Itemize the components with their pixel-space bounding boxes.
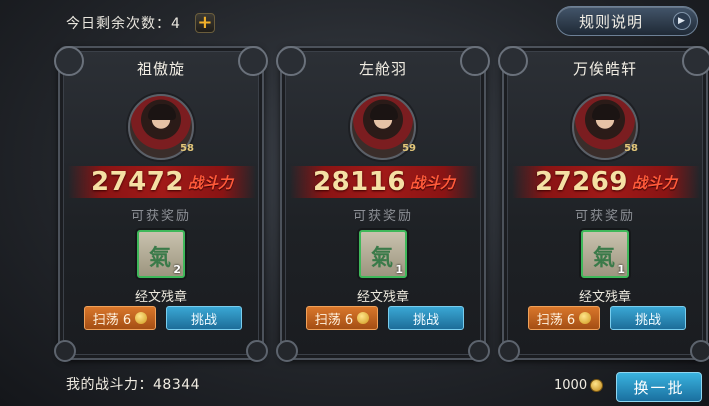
coin-icon: [579, 312, 592, 324]
opponent-card-2: 左舱羽 59 28116 战斗力 可获奖励 氣 1 经文残章 扫荡 6 挑战: [276, 46, 490, 362]
rules-button-label: 规则说明: [579, 12, 644, 31]
coin-icon: [590, 379, 604, 392]
hero-avatar[interactable]: 59: [350, 94, 416, 160]
hero-avatar[interactable]: 58: [128, 94, 194, 160]
combat-power-band: 28116 战斗力: [290, 166, 478, 198]
refresh-opponents-button[interactable]: 换一批: [616, 372, 702, 402]
reward-item-name: 经文残章: [578, 290, 631, 305]
scripture-item-icon: 氣: [371, 246, 394, 271]
opponent-card-1: 祖傲旋 58 27472 战斗力 可获奖励 氣 2 经文残章 扫荡 6 挑战: [54, 46, 268, 362]
scripture-item-icon: 氣: [593, 246, 616, 271]
sweep-button-label: 扫荡 6: [92, 312, 132, 328]
plus-icon: +: [197, 12, 213, 33]
reward-item[interactable]: 氣 1: [359, 230, 407, 278]
opponent-card-3: 万俟皓轩 58 27269 战斗力 可获奖励 氣 1 经文残章 扫荡 6 挑战: [498, 46, 709, 362]
sweep-button[interactable]: 扫荡 6: [528, 306, 600, 330]
sweep-button-label: 扫荡 6: [314, 312, 354, 328]
combat-power-value: 28116: [313, 167, 406, 197]
reward-item[interactable]: 氣 1: [581, 230, 629, 278]
challenge-button[interactable]: 挑战: [388, 306, 464, 330]
combat-power-band: 27269 战斗力: [512, 166, 700, 198]
scripture-item-icon: 氣: [149, 246, 172, 271]
combat-power-tag: 战斗力: [631, 173, 677, 192]
hero-avatar[interactable]: 58: [572, 94, 638, 160]
sweep-button[interactable]: 扫荡 6: [84, 306, 156, 330]
rules-button[interactable]: 规则说明 ▶: [556, 6, 698, 36]
opponent-name: 左舱羽: [358, 60, 407, 78]
reward-label: 可获奖励: [574, 209, 635, 224]
remaining-attempts: 今日剩余次数：4 +: [66, 10, 215, 36]
combat-power-band: 27472 战斗力: [68, 166, 256, 198]
reward-item-name: 经文残章: [134, 290, 187, 305]
my-combat-power: 我的战斗力：48344: [66, 377, 201, 393]
reward-item-name: 经文残章: [356, 290, 409, 305]
reward-label: 可获奖励: [130, 209, 191, 224]
coin-icon: [357, 312, 370, 324]
hero-level: 59: [402, 143, 416, 154]
gold-amount: 1000: [554, 378, 588, 393]
opponent-name: 万俟皓轩: [572, 60, 637, 78]
gold-balance: 1000: [554, 378, 604, 393]
add-attempts-button[interactable]: +: [194, 12, 215, 33]
remaining-attempts-label: 今日剩余次数：4: [66, 16, 181, 32]
combat-power-value: 27472: [91, 167, 184, 197]
reward-count: 2: [173, 263, 181, 276]
reward-label: 可获奖励: [352, 209, 413, 224]
coin-icon: [135, 312, 148, 324]
combat-power-tag: 战斗力: [187, 173, 233, 192]
challenge-button[interactable]: 挑战: [610, 306, 686, 330]
sweep-button-label: 扫荡 6: [536, 312, 576, 328]
hero-level: 58: [624, 143, 638, 154]
combat-power-tag: 战斗力: [409, 173, 455, 192]
challenge-button[interactable]: 挑战: [166, 306, 242, 330]
hero-level: 58: [180, 143, 194, 154]
combat-power-value: 27269: [535, 167, 628, 197]
arrow-right-icon: ▶: [673, 12, 691, 30]
opponent-name: 祖傲旋: [136, 60, 185, 78]
reward-item[interactable]: 氣 2: [137, 230, 185, 278]
reward-count: 1: [395, 263, 403, 276]
sweep-button[interactable]: 扫荡 6: [306, 306, 378, 330]
reward-count: 1: [617, 263, 625, 276]
